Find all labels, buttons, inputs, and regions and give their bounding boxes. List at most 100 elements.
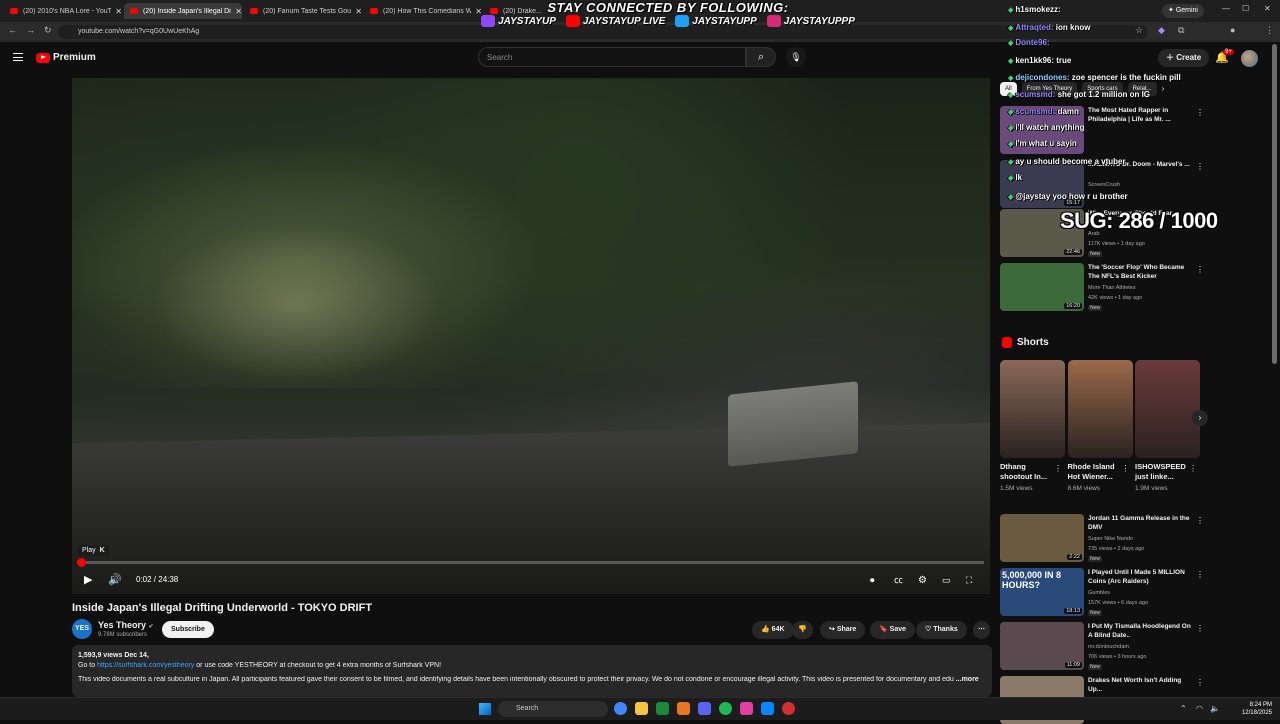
short-title[interactable]: ISHOWSPEED just linke... xyxy=(1135,462,1189,482)
forward-arrow-icon[interactable]: → xyxy=(26,25,35,35)
maximize-icon[interactable]: ☐ xyxy=(1242,4,1249,13)
short-item[interactable]: Rhode Island Hot Wiener... 8.6M views ⋮ xyxy=(1067,360,1133,492)
extension-icon[interactable]: ◆ xyxy=(1158,25,1165,36)
short-item[interactable]: Dthang shootout In... 1.5M views ⋮ xyxy=(1000,360,1065,492)
recommendation-title[interactable]: I Put My Tismalla Hoodlegend On A Blind … xyxy=(1088,622,1196,640)
autoplay-toggle[interactable]: ⏺ xyxy=(870,575,875,586)
more-options-icon[interactable]: ⋮ xyxy=(1054,464,1062,473)
channel-name[interactable]: Yes Theory ✔ xyxy=(98,620,154,630)
discord-app-icon[interactable] xyxy=(698,702,711,715)
recommendation-item[interactable]: 2:22 Jordan 11 Gamma Release in the DMV Su… xyxy=(1000,514,1205,562)
gemini-button[interactable]: ✦ Gemini xyxy=(1162,4,1204,18)
tray-chevron-icon[interactable]: ⌃ xyxy=(1180,704,1187,713)
extensions-puzzle-icon[interactable]: ⧉ xyxy=(1178,25,1184,36)
chrome-app-icon[interactable] xyxy=(614,702,627,715)
spreadsheet-app-icon[interactable] xyxy=(656,702,669,715)
url-field[interactable]: youtube.com/watch?v=qG0UwUeKhAg xyxy=(58,25,1148,39)
recommendation-title[interactable]: The Most Hated Rapper in Philadelphia | … xyxy=(1088,106,1196,124)
recommendation-item[interactable]: 16:20 The 'Soccer Flop' Who Became The NF… xyxy=(1000,263,1205,311)
browser-menu-icon[interactable]: ⋮ xyxy=(1265,25,1274,36)
browser-tab-active[interactable]: (20) Inside Japan's Illegal Drifti...✕ xyxy=(124,3,242,19)
speaker-icon[interactable]: 🔈 xyxy=(1210,704,1220,713)
more-actions-button[interactable]: ⋯ xyxy=(973,621,990,639)
recommendation-item[interactable]: 11:09 I Put My Tismalla Hoodlegend On A B… xyxy=(1000,622,1205,670)
more-options-icon[interactable]: ⋮ xyxy=(1196,570,1204,579)
taskbar-clock[interactable]: 8:24 PM 12/18/2025 xyxy=(1232,701,1272,717)
channel-avatar[interactable]: YES xyxy=(72,619,92,639)
recommendation-thumbnail[interactable]: 16:20 xyxy=(1000,263,1084,311)
recommendation-title[interactable]: The 'Soccer Flop' Who Became The NFL's B… xyxy=(1088,263,1196,281)
more-options-icon[interactable]: ⋮ xyxy=(1196,624,1204,633)
share-button[interactable]: ↪ Share xyxy=(820,621,866,639)
search-button[interactable]: ⌕ xyxy=(746,47,776,67)
recommendation-channel[interactable]: More Than Athletes xyxy=(1088,285,1136,291)
youtube-premium-logo[interactable]: Premium xyxy=(36,52,96,63)
save-button[interactable]: 🔖 Save xyxy=(870,621,916,639)
file-explorer-icon[interactable] xyxy=(635,702,648,715)
vlc-app-icon[interactable] xyxy=(677,702,690,715)
more-options-icon[interactable]: ⋮ xyxy=(1196,265,1204,274)
settings-button[interactable]: ⚙ xyxy=(918,575,927,586)
menu-hamburger-icon[interactable] xyxy=(13,53,23,61)
close-window-icon[interactable]: ✕ xyxy=(1264,4,1271,13)
back-arrow-icon[interactable]: ← xyxy=(8,25,17,35)
close-tab-icon[interactable]: ✕ xyxy=(355,7,362,16)
sponsor-link[interactable]: https://surfshark.com/yestheory xyxy=(97,662,194,669)
short-thumbnail[interactable] xyxy=(1135,360,1200,458)
short-title[interactable]: Rhode Island Hot Wiener... xyxy=(1068,462,1122,482)
wifi-icon[interactable]: ◠ xyxy=(1196,704,1203,713)
spotify-app-icon[interactable] xyxy=(719,702,732,715)
short-thumbnail[interactable] xyxy=(1067,360,1133,458)
thanks-button[interactable]: ♡ Thanks xyxy=(916,621,967,639)
video-player[interactable]: Play K ▶ 🔊 0:02 / 24:38 ⏺ ㏄ ⚙ ▭ ⛶ xyxy=(72,78,990,594)
captions-button[interactable]: ㏄ xyxy=(894,573,903,586)
like-button[interactable]: 👍 64K xyxy=(752,621,794,639)
video-progress-scrubber[interactable] xyxy=(76,558,86,567)
close-tab-icon[interactable]: ✕ xyxy=(115,7,122,16)
chips-next-icon[interactable]: › xyxy=(1162,82,1165,96)
more-options-icon[interactable]: ⋮ xyxy=(1189,464,1197,473)
dislike-button[interactable]: 👎 xyxy=(792,621,813,639)
recommendation-channel[interactable]: Gumbles xyxy=(1088,590,1110,596)
theater-mode-button[interactable]: ▭ xyxy=(942,575,951,586)
create-button[interactable]: ＋ Create xyxy=(1158,49,1210,67)
recommendation-title[interactable]: Drakes Net Worth Isn't Adding Up... xyxy=(1088,676,1196,694)
taskbar-search[interactable]: Search xyxy=(498,701,608,717)
fullscreen-button[interactable]: ⛶ xyxy=(966,575,972,586)
minimize-icon[interactable]: — xyxy=(1222,4,1230,13)
browser-tab[interactable]: (20) 2010's NBA Lore - YouTube✕ xyxy=(4,3,122,19)
subscribe-button[interactable]: Subscribe xyxy=(162,621,214,638)
reload-icon[interactable]: ↻ xyxy=(44,25,52,36)
recommendation-title[interactable]: Jordan 11 Gamma Release in the DMV xyxy=(1088,514,1196,532)
recommendation-item[interactable]: 5,000,000 IN 8 HOURS? 18:13 I Played Until… xyxy=(1000,568,1205,616)
video-description[interactable]: 1,593,9 views Dec 14, Go to https://surf… xyxy=(72,645,992,697)
obs-app-icon[interactable] xyxy=(782,702,795,715)
voice-search-button[interactable]: 🎙 xyxy=(786,47,806,67)
recommendation-channel[interactable]: ScreenCrush xyxy=(1088,182,1120,188)
recommendation-title[interactable]: I Played Until I Made 5 MILLION Coins (A… xyxy=(1088,568,1196,586)
photos-app-icon[interactable] xyxy=(740,702,753,715)
play-button[interactable]: ▶ xyxy=(84,573,92,586)
short-title[interactable]: Dthang shootout In... xyxy=(1000,462,1054,482)
short-thumbnail[interactable] xyxy=(1000,360,1065,458)
profile-icon[interactable]: ● xyxy=(1230,25,1235,35)
close-tab-icon[interactable]: ✕ xyxy=(235,7,242,16)
more-options-icon[interactable]: ⋮ xyxy=(1122,464,1130,473)
browser-tab[interactable]: (20) Fanum Taste Tests Gourme...✕ xyxy=(244,3,362,19)
page-scrollbar[interactable] xyxy=(1272,44,1277,364)
capcut-app-icon[interactable] xyxy=(761,702,774,715)
windows-start-icon[interactable] xyxy=(479,703,491,715)
more-options-icon[interactable]: ⋮ xyxy=(1196,108,1204,117)
show-more-link[interactable]: ...more xyxy=(956,676,979,683)
more-options-icon[interactable]: ⋮ xyxy=(1196,516,1204,525)
more-options-icon[interactable]: ⋮ xyxy=(1196,678,1204,687)
recommendation-thumbnail[interactable]: 2:22 xyxy=(1000,514,1084,562)
video-progress-bar[interactable] xyxy=(76,558,984,567)
more-options-icon[interactable]: ⋮ xyxy=(1196,162,1204,171)
volume-button[interactable]: 🔊 xyxy=(108,573,122,586)
shorts-next-button[interactable]: › xyxy=(1192,410,1208,426)
account-avatar[interactable] xyxy=(1241,50,1258,67)
recommendation-thumbnail[interactable]: 5,000,000 IN 8 HOURS? 18:13 xyxy=(1000,568,1084,616)
search-input[interactable]: Search xyxy=(478,47,746,67)
short-item[interactable]: ISHOWSPEED just linke... 1.9M views ⋮ xyxy=(1135,360,1200,492)
